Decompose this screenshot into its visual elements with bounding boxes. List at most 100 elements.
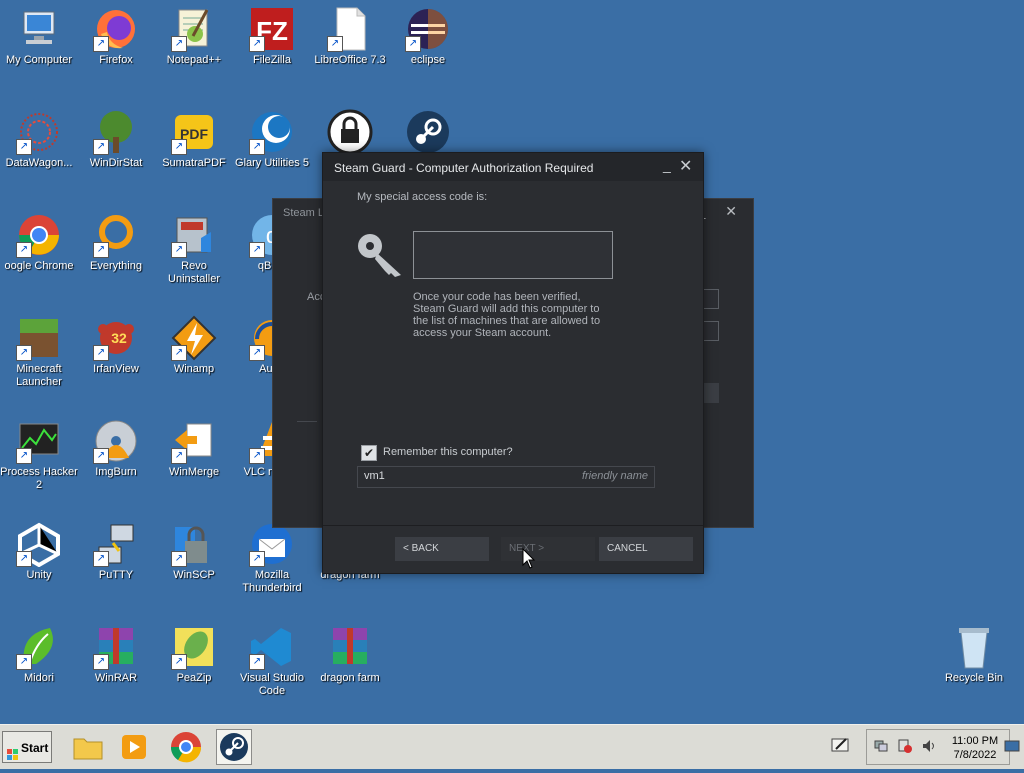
datawagon-icon: ↗ (16, 109, 62, 155)
icon-label: Notepad++ (166, 54, 222, 66)
icon-label: ImgBurn (95, 466, 137, 478)
taskbar-explorer[interactable] (70, 729, 106, 765)
lock-icon (327, 109, 373, 155)
desktop-icon-firefox[interactable]: ↗ Firefox (77, 0, 155, 67)
midori-icon: ↗ (16, 624, 62, 670)
action-center-icon[interactable] (830, 735, 850, 755)
mouse-cursor-icon (522, 547, 536, 570)
chrome-icon: ↗ (16, 212, 62, 258)
volume-icon[interactable] (922, 739, 936, 753)
icon-label: Firefox (99, 54, 133, 66)
remember-computer-checkbox[interactable]: ✔ (361, 445, 377, 461)
desktop-icon-sumatra[interactable]: PDF ↗ SumatraPDF (155, 103, 233, 170)
shortcut-arrow-icon: ↗ (171, 139, 187, 155)
security-alert-icon[interactable] (898, 739, 912, 753)
taskbar-media[interactable] (116, 729, 152, 765)
desktop-icon-putty[interactable]: ↗ PuTTY (77, 515, 155, 582)
desktop: My Computer ↗ Firefox ↗ Notepad++ FZ ↗ F… (0, 0, 1024, 724)
dialog-title: Steam Guard - Computer Authorization Req… (334, 161, 594, 175)
icon-label: WinSCP (173, 569, 215, 581)
desktop-icon-irfanview[interactable]: 32 ↗ IrfanView (77, 309, 155, 376)
desktop-icon-dragonfarm-archive[interactable]: dragon farm (311, 618, 389, 685)
desktop-icon-libreoffice[interactable]: ↗ LibreOffice 7.3 (311, 0, 389, 67)
window-controls[interactable]: _ ✕ (698, 203, 745, 220)
next-button[interactable]: NEXT > (501, 537, 595, 561)
desktop-icon-revo[interactable]: ↗ Revo Uninstaller (155, 206, 233, 286)
desktop-icon-vscode[interactable]: ↗ Visual Studio Code (233, 618, 311, 698)
desktop-icon-windirstat[interactable]: ↗ WinDirStat (77, 103, 155, 170)
clock[interactable]: 11:00 PM 7/8/2022 (950, 734, 1000, 762)
icon-label: WinDirStat (89, 157, 143, 169)
shortcut-arrow-icon: ↗ (249, 448, 265, 464)
desktop-icon-steam[interactable] (389, 103, 467, 157)
cancel-button[interactable]: CANCEL (599, 537, 693, 561)
minimize-button[interactable]: _ (663, 157, 671, 173)
taskbar-chrome[interactable] (168, 729, 204, 765)
libreoffice-icon: ↗ (327, 6, 373, 52)
icon-label: PuTTY (98, 569, 134, 581)
windows-flag-icon (7, 741, 19, 760)
desktop-icon-lock[interactable] (311, 103, 389, 157)
desktop-icon-filezilla[interactable]: FZ ↗ FileZilla (233, 0, 311, 67)
desktop-icon-winamp[interactable]: ↗ Winamp (155, 309, 233, 376)
back-button[interactable]: < BACK (395, 537, 489, 561)
desktop-icon-chrome[interactable]: ↗ oogle Chrome (0, 206, 78, 273)
key-icon (355, 231, 407, 279)
friendly-name-hint: friendly name (581, 470, 648, 482)
access-code-prompt: My special access code is: (357, 191, 488, 203)
icon-label: SumatraPDF (162, 157, 226, 169)
icon-label: FileZilla (253, 54, 291, 66)
desktop-icon-processhacker[interactable]: ↗ Process Hacker 2 (0, 412, 78, 492)
friendly-name-input[interactable]: vm1 friendly name (357, 466, 655, 488)
icon-label: DataWagon... (5, 157, 73, 169)
firefox-icon: ↗ (93, 6, 139, 52)
steam-guard-dialog: Steam Guard - Computer Authorization Req… (322, 152, 704, 574)
icon-label: Revo Uninstaller (168, 260, 220, 285)
desktop-icon-peazip[interactable]: ↗ PeaZip (155, 618, 233, 685)
unity-icon: ↗ (16, 521, 62, 568)
icon-label: Unity (26, 569, 52, 581)
desktop-icon-my-computer[interactable]: My Computer (0, 0, 78, 67)
icon-label: WinMerge (168, 466, 220, 478)
desktop-icon-midori[interactable]: ↗ Midori (0, 618, 78, 685)
desktop-icon-glary[interactable]: ↗ Glary Utilities 5 (233, 103, 311, 170)
desktop-icon-minecraft[interactable]: ↗ Minecraft Launcher (0, 309, 78, 389)
winrar-icon: ↗ (93, 624, 139, 670)
access-code-input[interactable] (413, 231, 613, 279)
show-desktop-icon[interactable] (1004, 739, 1020, 753)
desktop-icon-recycle-bin[interactable]: Recycle Bin (935, 618, 1013, 685)
desktop-icon-unity[interactable]: ↗ Unity (0, 515, 78, 582)
icon-label: WinRAR (94, 672, 138, 684)
close-button[interactable]: ✕ (679, 156, 692, 176)
icon-label: dragon farm (320, 672, 380, 684)
remember-computer-label[interactable]: Remember this computer? (383, 446, 513, 458)
taskbar-steam[interactable] (216, 729, 252, 765)
network-icon[interactable] (874, 739, 888, 753)
icon-label: eclipse (410, 54, 446, 66)
shortcut-arrow-icon: ↗ (249, 345, 265, 361)
desktop-icon-eclipse[interactable]: ↗ eclipse (389, 0, 467, 67)
shortcut-arrow-icon: ↗ (171, 654, 187, 670)
icon-label: IrfanView (93, 363, 139, 375)
verification-info-text: Once your code has been verified, Steam … (413, 291, 601, 339)
start-button[interactable]: Start (2, 731, 52, 763)
shortcut-arrow-icon: ↗ (16, 139, 32, 155)
desktop-icon-winrar[interactable]: ↗ WinRAR (77, 618, 155, 685)
icon-label: Mozilla Thunderbird (242, 569, 302, 594)
icon-label: Recycle Bin (944, 672, 1004, 684)
desktop-icon-winmerge[interactable]: ↗ WinMerge (155, 412, 233, 479)
clock-time: 11:00 PM (951, 735, 999, 747)
desktop-icon-datawagon[interactable]: ↗ DataWagon... (0, 103, 78, 170)
desktop-icon-imgburn[interactable]: ↗ ImgBurn (77, 412, 155, 479)
desktop-icon-everything[interactable]: ↗ Everything (77, 206, 155, 273)
winrar-archive-icon (327, 624, 373, 670)
footer-divider (323, 525, 703, 526)
minecraft-icon: ↗ (16, 315, 62, 361)
shortcut-arrow-icon: ↗ (249, 551, 265, 567)
desktop-icon-winscp[interactable]: ↗ WinSCP (155, 515, 233, 582)
process-hacker-icon: ↗ (16, 418, 62, 464)
shortcut-arrow-icon: ↗ (93, 242, 109, 258)
desktop-icon-notepad[interactable]: ↗ Notepad++ (155, 0, 233, 67)
shortcut-arrow-icon: ↗ (327, 36, 343, 52)
revo-icon: ↗ (171, 212, 217, 258)
